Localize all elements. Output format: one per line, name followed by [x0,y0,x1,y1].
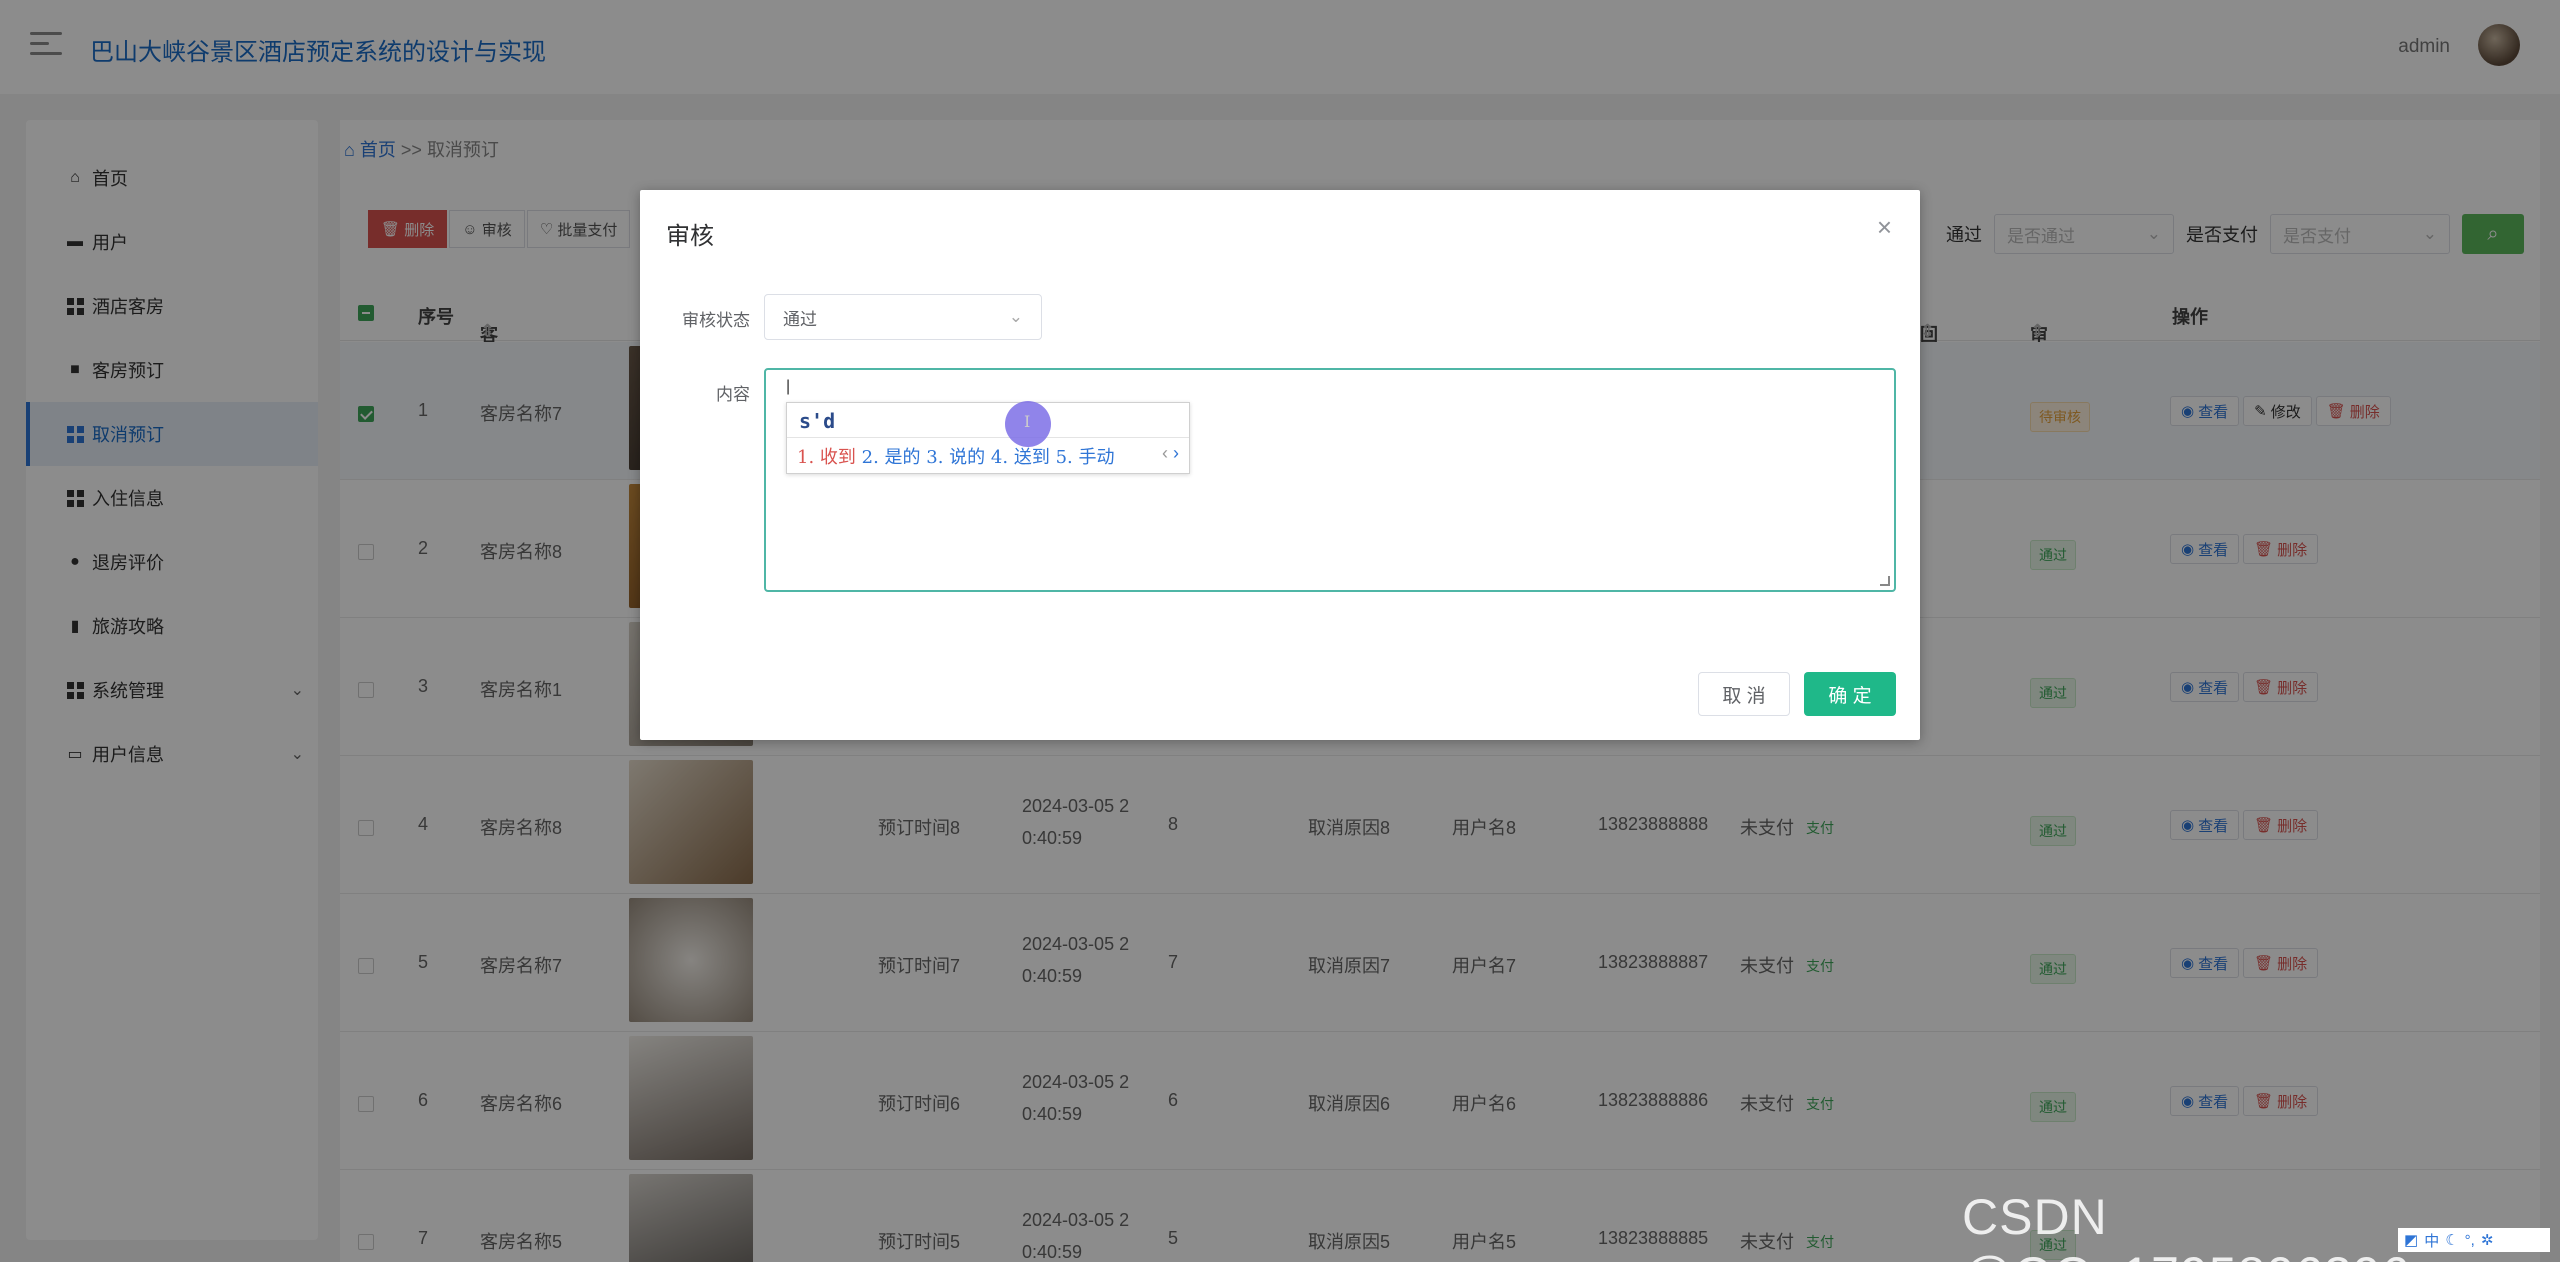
ime-candidate-window: s'd 1. 收到 2. 是的 3. 说的 4. 送到 5. 手动 ‹ › [786,402,1190,474]
chevron-down-icon: ⌄ [1008,307,1023,326]
ime-candidate[interactable]: 4. 送到 [991,447,1050,468]
ime-pager: ‹ › [1162,443,1179,464]
cancel-button[interactable]: 取 消 [1698,672,1790,716]
ime-candidate[interactable]: 3. 说的 [926,447,985,468]
audit-status-value: 通过 [783,309,817,329]
ime-candidate[interactable]: 2. 是的 [862,447,921,468]
ime-logo-icon[interactable]: ◩ [2404,1231,2418,1249]
close-icon[interactable]: × [1877,212,1892,243]
ime-divider [787,437,1189,438]
ime-mode-toggle[interactable]: 中 [2424,1230,2439,1251]
confirm-button[interactable]: 确 定 [1804,672,1896,716]
ime-toolbar: ◩ 中 ☾ °, ✲ [2398,1228,2550,1252]
chevron-left-icon[interactable]: ‹ [1162,443,1168,463]
resize-handle-icon[interactable] [1880,576,1890,586]
moon-icon[interactable]: ☾ [2445,1231,2458,1249]
ime-candidate[interactable]: 1. 收到 [797,447,856,468]
audit-dialog: 审核 × 审核状态 通过 ⌄ 内容 | s'd 1. 收到 2. 是的 3. 说… [640,190,1920,740]
ime-candidates: 1. 收到 2. 是的 3. 说的 4. 送到 5. 手动 [797,443,1114,469]
settings-icon[interactable]: ✲ [2481,1231,2494,1249]
ime-candidate[interactable]: 5. 手动 [1056,447,1115,468]
audit-status-label: 审核状态 [682,311,750,330]
content-textarea[interactable]: | s'd 1. 收到 2. 是的 3. 说的 4. 送到 5. 手动 ‹ › [764,368,1896,592]
ime-composition: s'd [799,409,836,433]
content-label: 内容 [716,385,750,404]
dialog-title: 审核 [666,223,714,250]
punctuation-icon[interactable]: °, [2465,1232,2475,1249]
audit-status-select[interactable]: 通过 ⌄ [764,294,1042,340]
text-caret: | [786,378,791,395]
chevron-right-icon[interactable]: › [1173,443,1179,463]
mouse-cursor-icon [1005,401,1051,447]
